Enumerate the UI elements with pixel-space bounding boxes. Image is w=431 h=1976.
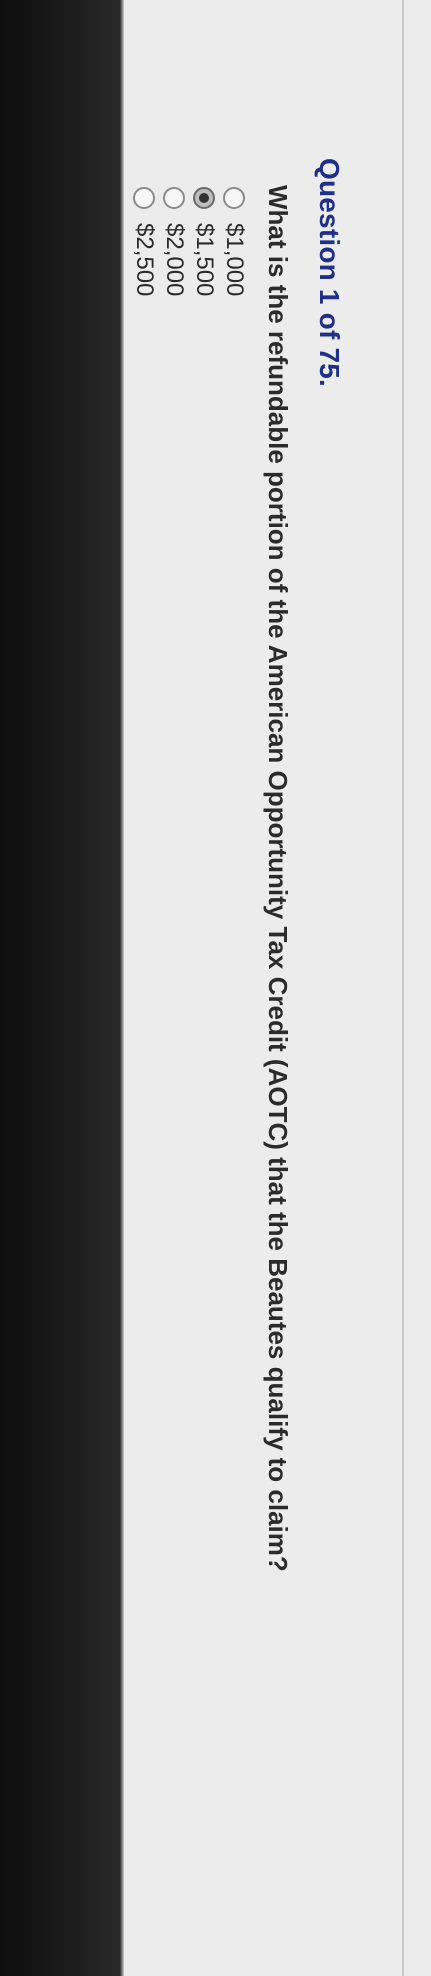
photo-frame: Question 1 of 75. What is the refundable…: [0, 0, 431, 1976]
option-label: $2,500: [131, 223, 159, 297]
radio-button[interactable]: [163, 187, 186, 209]
radio-button-selected[interactable]: [193, 187, 216, 209]
radio-button[interactable]: [223, 187, 246, 209]
option-label: $1,000: [221, 223, 249, 297]
question-panel: Question 1 of 75. What is the refundable…: [124, 0, 431, 1976]
option-label: $1,500: [191, 223, 219, 297]
option-1500[interactable]: $1,500: [190, 187, 219, 296]
question-text: What is the refundable portion of the Am…: [263, 185, 293, 1572]
radio-button[interactable]: [133, 187, 156, 209]
option-2500[interactable]: $2,500: [130, 187, 159, 296]
question-title: Question 1 of 75.: [314, 158, 345, 387]
option-1000[interactable]: $1,000: [220, 187, 249, 296]
option-2000[interactable]: $2,000: [160, 187, 189, 296]
rotated-view: Question 1 of 75. What is the refundable…: [124, 0, 431, 1976]
option-label: $2,000: [161, 223, 189, 297]
answer-options: $1,000 $1,500 $2,000 $2,500: [129, 187, 249, 296]
